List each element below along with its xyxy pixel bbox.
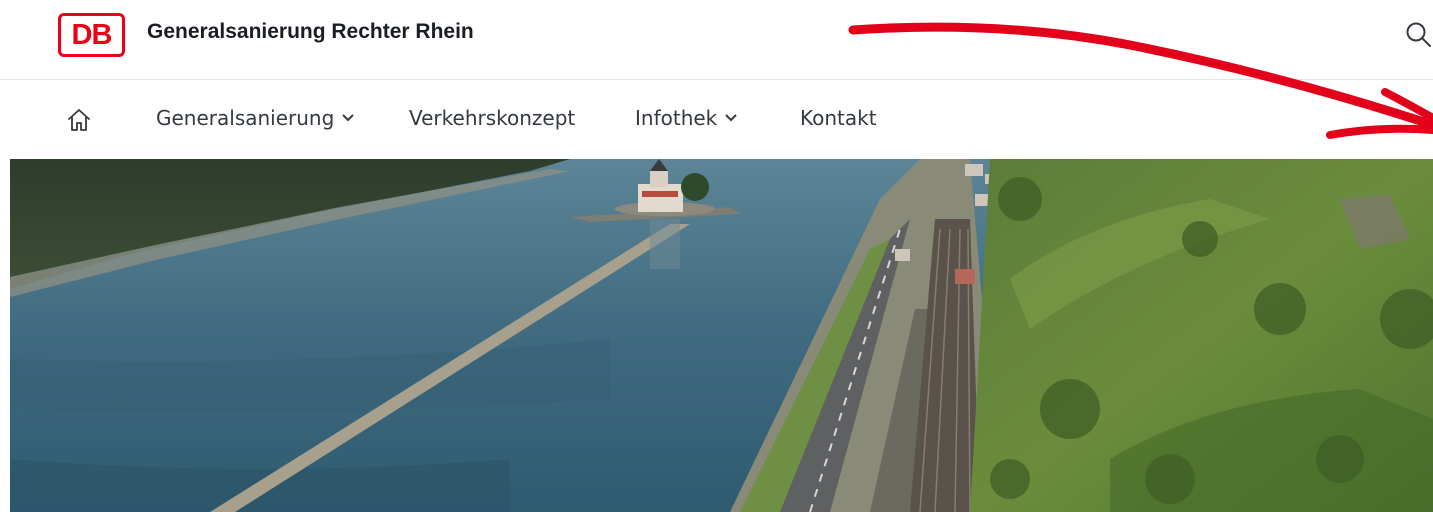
nav-item-label: Verkehrskonzept <box>409 106 576 130</box>
hero-image <box>10 159 1433 512</box>
search-icon[interactable] <box>1404 20 1433 50</box>
site-title[interactable]: Generalsanierung Rechter Rhein <box>147 20 474 44</box>
site-header: DB Generalsanierung Rechter Rhein <box>0 0 1433 80</box>
nav-item-infothek[interactable]: Infothek <box>635 106 738 130</box>
db-logo[interactable]: DB <box>58 13 125 57</box>
chevron-down-icon <box>725 114 737 122</box>
logo-text: DB <box>71 18 113 51</box>
nav-item-generalsanierung[interactable]: Generalsanierung <box>156 106 355 130</box>
nav-item-label: Infothek <box>635 106 718 130</box>
nav-item-label: Kontakt <box>800 106 877 130</box>
nav-item-kontakt[interactable]: Kontakt <box>800 106 877 130</box>
home-icon[interactable] <box>66 107 92 133</box>
hero-landscape <box>10 159 1433 512</box>
main-nav: Generalsanierung Verkehrskonzept Infothe… <box>0 81 1433 159</box>
chevron-down-icon <box>342 114 355 122</box>
nav-item-label: Generalsanierung <box>156 106 335 130</box>
nav-item-verkehrskonzept[interactable]: Verkehrskonzept <box>409 106 575 130</box>
